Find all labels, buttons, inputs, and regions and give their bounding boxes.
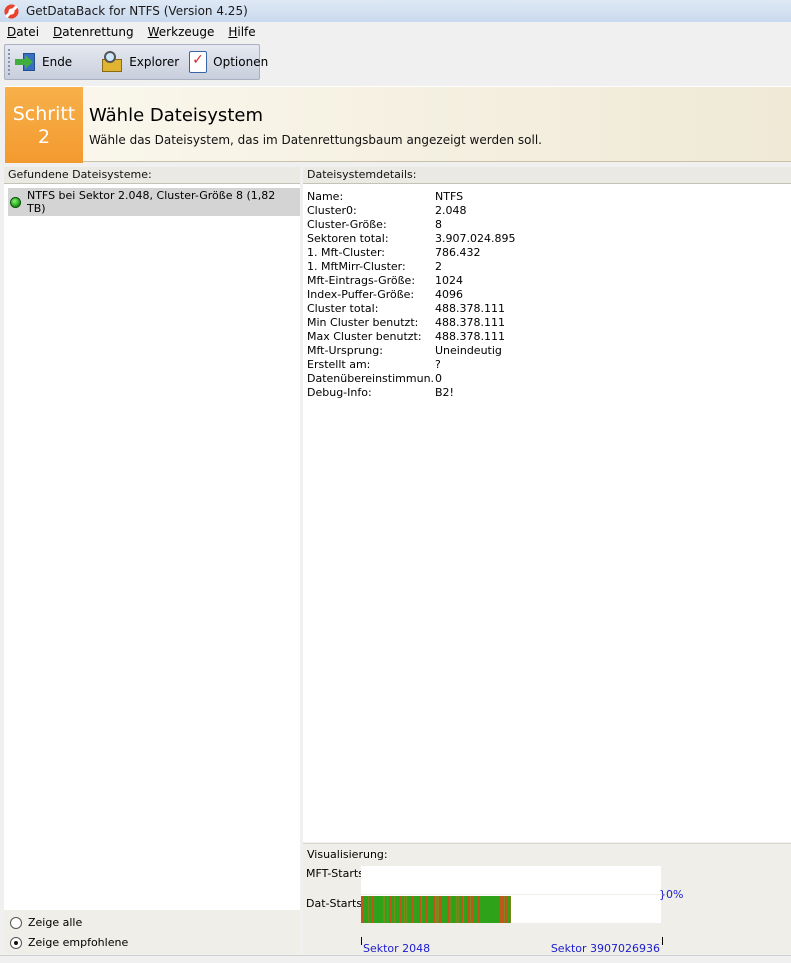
detail-row: Max Cluster benutzt: 488.378.111 — [307, 330, 635, 344]
detail-row: Name: NTFS — [307, 190, 635, 204]
detail-value: 2 — [435, 260, 442, 273]
detail-row: Erstellt am:? — [307, 358, 635, 372]
detail-label: Sektoren total: — [307, 232, 389, 245]
step-header: Schritt 2 Wähle Dateisystem Wähle das Da… — [5, 86, 791, 163]
detail-value: B2! — [435, 386, 454, 399]
scale-tick-right — [662, 937, 663, 945]
step-word: Schritt — [12, 103, 76, 125]
detail-row: Index-Puffer-Größe: 4096 — [307, 288, 635, 302]
mft-starts-track — [361, 866, 661, 894]
progress-percent: }0% — [659, 888, 684, 901]
found-filesystems-pane: Gefundene Dateisysteme: NTFS bei Sektor … — [4, 167, 300, 954]
detail-value: 0 — [435, 372, 442, 385]
detail-value: 488.378.111 — [435, 316, 505, 329]
detail-label: Name: — [307, 190, 344, 203]
detail-label: Datenübereinstimmun... — [307, 372, 435, 385]
scale-tick-left — [361, 937, 362, 945]
filesystem-details-pane: Dateisystemdetails: Name: NTFS Cluster0: 2.… — [303, 167, 791, 842]
detail-row: Cluster0: 2.048 — [307, 204, 635, 218]
detail-label: Cluster0: — [307, 204, 357, 217]
detail-value: 4096 — [435, 288, 463, 301]
detail-label: 1. Mft-Cluster: — [307, 246, 385, 259]
explorer-button[interactable]: Explorer — [95, 47, 184, 77]
options-button[interactable]: Optionen — [184, 47, 273, 77]
exit-button[interactable]: Ende — [10, 47, 77, 77]
detail-value: Uneindeutig — [435, 344, 502, 357]
detail-label: Index-Puffer-Größe: — [307, 288, 415, 301]
scale-label-left: Sektor 2048 — [363, 942, 431, 955]
detail-label: Cluster-Größe: — [307, 218, 387, 231]
detail-row: Min Cluster benutzt: 488.378.111 — [307, 316, 635, 330]
detail-label: Debug-Info: — [307, 386, 372, 399]
detail-row: Debug-Info: B2! — [307, 386, 635, 400]
dat-starts-label: Dat-Starts: — [306, 897, 366, 910]
step-number: 2 — [37, 126, 51, 148]
radio-show-recommended-label: Zeige empfohlene — [28, 936, 129, 949]
detail-value: ? — [435, 358, 441, 371]
detail-row: 1. MftMirr-Cluster: 2 — [307, 260, 635, 274]
toolbar-area: Ende Explorer Optionen — [0, 42, 791, 82]
dat-starts-track — [361, 895, 661, 923]
detail-value: 3.907.024.895 — [435, 232, 516, 245]
explorer-label: Explorer — [129, 55, 180, 69]
scale-label-right: Sektor 3907026936 — [550, 942, 660, 955]
status-strip — [0, 955, 791, 963]
detail-row: Sektoren total: 3.907.024.895 — [307, 232, 635, 246]
step-title: Wähle Dateisystem — [89, 105, 263, 126]
exit-label: Ende — [42, 55, 73, 69]
radio-show-all[interactable]: Zeige alle — [10, 916, 82, 929]
filesystem-list-item[interactable]: NTFS bei Sektor 2.048, Cluster-Größe 8 (… — [8, 188, 300, 216]
dat-starts-bar — [361, 896, 511, 923]
detail-row: Cluster-Größe: 8 — [307, 218, 635, 232]
filesystem-label: NTFS bei Sektor 2.048, Cluster-Größe 8 (… — [26, 189, 276, 215]
detail-label: 1. MftMirr-Cluster: — [307, 260, 406, 273]
details-table: Name: NTFS Cluster0: 2.048 Cluster-Größe: 8 Se… — [307, 190, 635, 400]
window-title: GetDataBack for NTFS (Version 4.25) — [26, 4, 248, 18]
detail-row: Datenübereinstimmun... 0 — [307, 372, 635, 386]
detail-value: 2.048 — [435, 204, 467, 217]
radio-show-all-label: Zeige alle — [28, 916, 83, 929]
menu-bar: Datei Datenrettung Werkzeuge Hilfe — [0, 22, 791, 42]
step-badge: Schritt 2 — [5, 87, 83, 163]
detail-value: 1024 — [435, 274, 463, 287]
options-checklist-icon — [189, 51, 208, 73]
filesystem-details-header: Dateisystemdetails: — [303, 167, 791, 184]
detail-label: Erstellt am: — [307, 358, 371, 371]
detail-value: 488.378.111 — [435, 302, 505, 315]
explorer-icon — [100, 51, 124, 73]
options-label: Optionen — [213, 55, 269, 69]
visualization-panel: Visualisierung: MFT-Starts Dat-Starts: }… — [303, 843, 791, 955]
radio-show-recommended[interactable]: Zeige empfohlene — [10, 936, 128, 949]
found-filesystems-header: Gefundene Dateisysteme: — [4, 167, 300, 184]
detail-row: Mft-Ursprung: Uneindeutig — [307, 344, 635, 358]
detail-label: Min Cluster benutzt: — [307, 316, 419, 329]
radio-show-all-circle[interactable] — [10, 916, 22, 929]
app-lifebuoy-icon — [4, 3, 19, 19]
detail-value: 8 — [435, 218, 442, 231]
radio-show-recommended-circle[interactable] — [10, 936, 22, 949]
detail-label: Max Cluster benutzt: — [307, 330, 422, 343]
menu-hilfe[interactable]: Hilfe — [221, 25, 262, 39]
detail-row: 1. Mft-Cluster: 786.432 — [307, 246, 635, 260]
toolbar: Ende Explorer Optionen — [4, 44, 268, 80]
menu-werkzeuge[interactable]: Werkzeuge — [141, 25, 222, 39]
title-bar: GetDataBack for NTFS (Version 4.25) — [0, 0, 791, 22]
filter-radio-group: Zeige alle Zeige empfohlene — [4, 910, 300, 954]
sector-scale: Sektor 2048 Sektor 3907026936 — [361, 937, 663, 955]
status-green-icon — [10, 196, 21, 208]
detail-label: Cluster total: — [307, 302, 379, 315]
detail-value: NTFS — [435, 190, 464, 203]
menu-datei[interactable]: Datei — [0, 25, 46, 39]
exit-door-icon — [15, 52, 37, 72]
detail-row: Cluster total: 488.378.111 — [307, 302, 635, 316]
detail-value: 488.378.111 — [435, 330, 505, 343]
detail-row: Mft-Eintrags-Größe: 1024 — [307, 274, 635, 288]
mft-starts-label: MFT-Starts — [306, 867, 364, 880]
detail-value: 786.432 — [435, 246, 481, 259]
detail-label: Mft-Ursprung: — [307, 344, 383, 357]
menu-datenrettung[interactable]: Datenrettung — [46, 25, 141, 39]
detail-label: Mft-Eintrags-Größe: — [307, 274, 416, 287]
visualization-title: Visualisierung: — [307, 848, 388, 861]
step-description: Wähle das Dateisystem, das im Datenrettu… — [89, 133, 542, 147]
